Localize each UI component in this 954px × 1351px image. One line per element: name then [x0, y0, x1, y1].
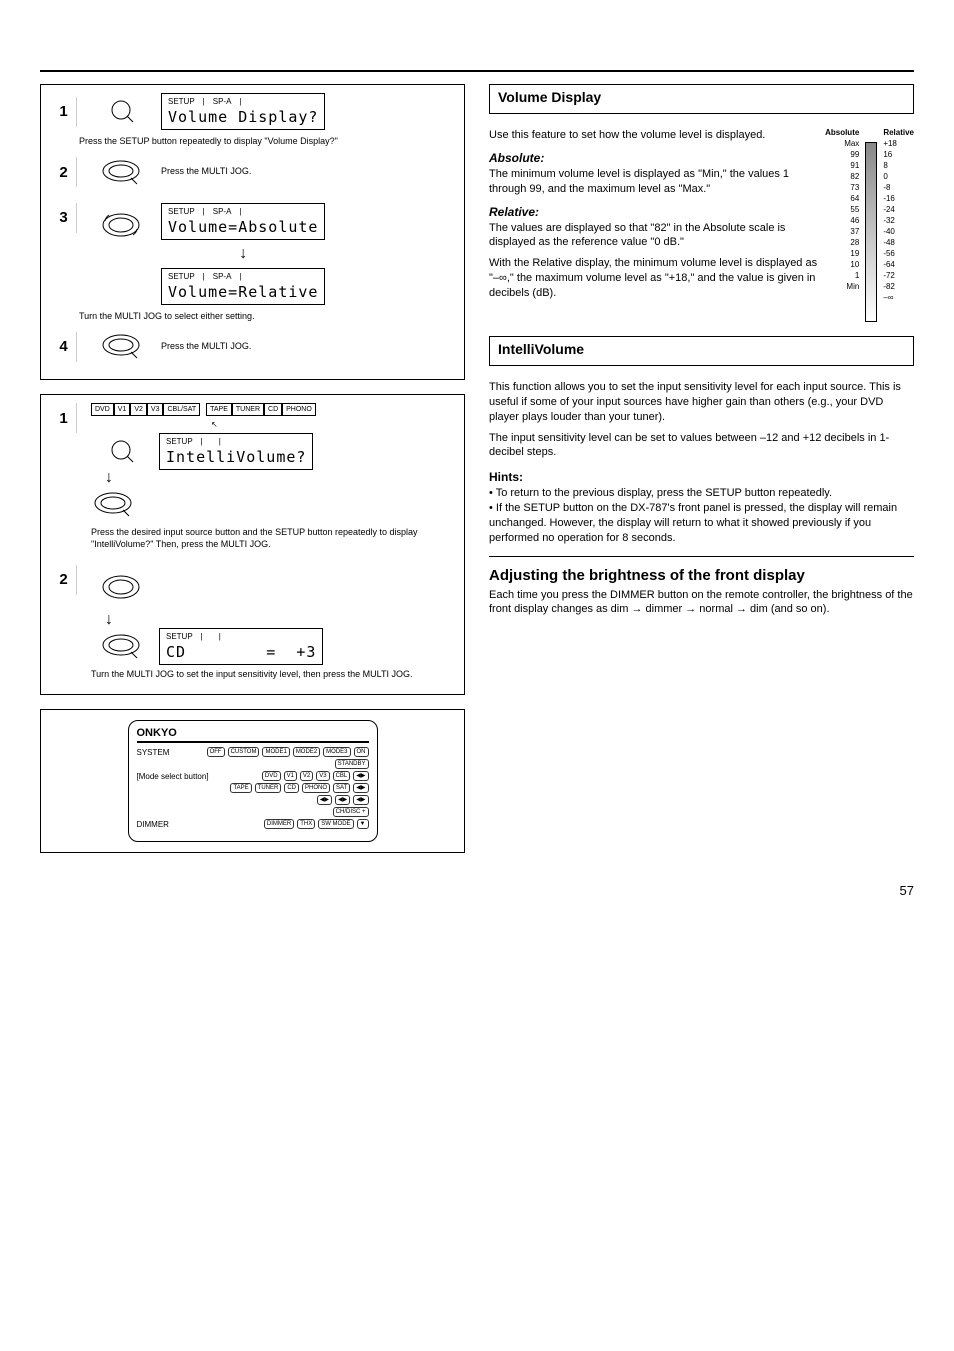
intellivolume-desc: This function allows you to set the inpu… [489, 380, 914, 425]
step1-caption: Press the desired input source button an… [91, 527, 454, 550]
lcd-text: Volume=Absolute [168, 218, 318, 236]
section-title-volume-display: Volume Display [489, 84, 914, 114]
vol-display-desc: Use this feature to set how the volume l… [489, 128, 819, 143]
arrow-down-icon: ↓ [161, 246, 325, 262]
press-icon [91, 433, 151, 470]
arrow-down-icon: ↓ [105, 470, 454, 486]
lcd-display: SETUP | SP-A | Volume=Relative [161, 268, 325, 305]
remote-controller: ONKYO SYSTEMOFFCUSTOMMODE1MODE2MODE3ON S… [128, 720, 378, 842]
press-dial-icon [91, 486, 151, 523]
press-dial-icon [91, 628, 151, 665]
input-source-buttons: DVDV1V2V3CBL/SATTAPETUNERCDPHONO [91, 403, 454, 416]
brightness-title: Adjusting the brightness of the front di… [489, 567, 914, 584]
step4-caption: Press the MULTI JOG. [161, 341, 251, 353]
relative-label: Relative: [489, 205, 819, 219]
press-icon [91, 93, 151, 130]
step-number-2: 2 [51, 157, 77, 187]
remote-brand: ONKYO [137, 727, 369, 743]
step2-caption: Turn the MULTI JOG to set the input sens… [91, 669, 454, 681]
lcd-text: Volume Display? [168, 108, 318, 126]
step-number-1: 1 [51, 97, 77, 127]
relative-desc: The values are displayed so that "82" in… [489, 221, 819, 251]
press-dial-icon [91, 328, 151, 365]
left-box-volume-display-steps: 1 SETUP | SP-A | Volume Display? Press t… [40, 84, 465, 380]
top-rule [40, 70, 914, 72]
arrow-down-icon: ↓ [105, 612, 454, 628]
lcd-text: IntelliVolume? [166, 448, 306, 466]
page-number: 57 [40, 883, 914, 898]
turn-dial-icon [91, 565, 151, 612]
step-number-4: 4 [51, 332, 77, 362]
hints-label: Hints: [489, 470, 914, 484]
step3-caption: Turn the MULTI JOG to select either sett… [79, 311, 454, 323]
relative-note: With the Relative display, the minimum v… [489, 256, 819, 301]
absolute-label: Absolute: [489, 151, 819, 165]
intellivolume-range: The input sensitivity level can be set t… [489, 431, 914, 461]
section-title: Volume Display [498, 89, 905, 105]
left-box-remote: ONKYO SYSTEMOFFCUSTOMMODE1MODE2MODE3ON S… [40, 709, 465, 853]
section-title: IntelliVolume [498, 341, 905, 357]
lcd-display: SETUP | | CD = +3 [159, 628, 323, 665]
lcd-display: SETUP | SP-A | Volume=Absolute [161, 203, 325, 240]
hints-text: • To return to the previous display, pre… [489, 486, 914, 545]
section-title-intellivolume: IntelliVolume [489, 336, 914, 366]
lcd-text: CD = +3 [166, 643, 316, 661]
left-box-intellivolume-steps: 1 DVDV1V2V3CBL/SATTAPETUNERCDPHONO ↖ SET… [40, 394, 465, 695]
press-dial-icon [91, 154, 151, 191]
step-number-2: 2 [51, 565, 77, 595]
section-divider [489, 556, 914, 557]
absolute-desc: The minimum volume level is displayed as… [489, 167, 819, 197]
brightness-desc: Each time you press the DIMMER button on… [489, 588, 914, 618]
lcd-text: Volume=Relative [168, 283, 318, 301]
volume-scale-diagram: Absolute Max99918273645546372819101Min R… [825, 128, 914, 322]
step2-caption: Press the MULTI JOG. [161, 166, 251, 178]
dimmer-button[interactable]: DIMMER [264, 819, 294, 829]
turn-dial-icon [91, 203, 151, 250]
step-number-1: 1 [51, 403, 77, 433]
step-number-3: 3 [51, 203, 77, 233]
step1-caption: Press the SETUP button repeatedly to dis… [79, 136, 454, 148]
lcd-display: SETUP | | IntelliVolume? [159, 433, 313, 470]
lcd-display: SETUP | SP-A | Volume Display? [161, 93, 325, 130]
